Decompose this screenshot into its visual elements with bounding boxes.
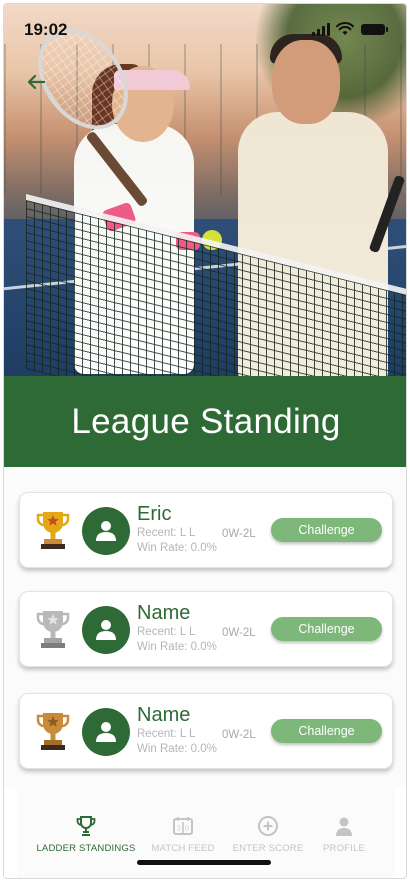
player-name: Name — [137, 704, 191, 726]
win-rate: Win Rate: 0.0% — [137, 743, 217, 755]
avatar — [82, 507, 130, 555]
person-icon — [96, 620, 116, 640]
app-screen: 19:02 League Standing Eric Recent: L L W… — [3, 3, 407, 879]
league-banner: League Standing — [4, 376, 406, 467]
challenge-button[interactable]: Challenge — [271, 719, 382, 743]
person-icon — [96, 722, 116, 742]
wifi-icon — [336, 22, 354, 35]
player-name: Name — [137, 602, 191, 624]
nav-label: PROFILE — [322, 843, 366, 854]
cellular-signal-icon — [312, 23, 330, 36]
nav-ladder-standings[interactable]: LADDER STANDINGS — [31, 815, 141, 854]
home-indicator[interactable] — [137, 860, 271, 865]
plus-circle-icon — [258, 816, 278, 836]
challenge-button[interactable]: Challenge — [271, 518, 382, 542]
page-title: League Standing — [71, 401, 341, 441]
svg-text:2: 2 — [177, 826, 181, 833]
recent-results: Recent: L L — [137, 527, 196, 539]
gold-trophy-icon — [36, 512, 70, 549]
silver-trophy-icon — [36, 611, 70, 648]
win-rate: Win Rate: 0.0% — [137, 641, 217, 653]
trophy-icon — [76, 816, 96, 836]
standing-card[interactable]: Name Recent: L L Win Rate: 0.0% 0W-2L Ch… — [19, 693, 393, 769]
recent-results: Recent: L L — [137, 626, 196, 638]
status-bar: 19:02 — [4, 4, 406, 50]
standings-list: Eric Recent: L L Win Rate: 0.0% 0W-2L Ch… — [4, 467, 406, 787]
nav-label: LADDER STANDINGS — [36, 843, 136, 854]
win-loss-record: 0W-2L — [222, 627, 256, 639]
scoreboard-icon: 2 0 — [173, 817, 193, 835]
standing-card[interactable]: Name Recent: L L Win Rate: 0.0% 0W-2L Ch… — [19, 591, 393, 667]
avatar — [82, 708, 130, 756]
challenge-button[interactable]: Challenge — [271, 617, 382, 641]
arrow-left-icon[interactable] — [24, 70, 48, 94]
person-icon — [336, 817, 352, 836]
win-loss-record: 0W-2L — [222, 729, 256, 741]
status-time: 19:02 — [24, 20, 68, 39]
win-loss-record: 0W-2L — [222, 528, 256, 540]
bronze-trophy-icon — [36, 713, 70, 750]
hero-photo — [4, 4, 406, 376]
player-name: Eric — [137, 503, 172, 525]
standing-card[interactable]: Eric Recent: L L Win Rate: 0.0% 0W-2L Ch… — [19, 492, 393, 568]
svg-text:0: 0 — [185, 826, 189, 833]
avatar — [82, 606, 130, 654]
recent-results: Recent: L L — [137, 728, 196, 740]
win-rate: Win Rate: 0.0% — [137, 542, 217, 554]
nav-profile[interactable]: PROFILE — [289, 815, 399, 854]
battery-icon — [361, 24, 388, 35]
person-icon — [96, 521, 116, 541]
